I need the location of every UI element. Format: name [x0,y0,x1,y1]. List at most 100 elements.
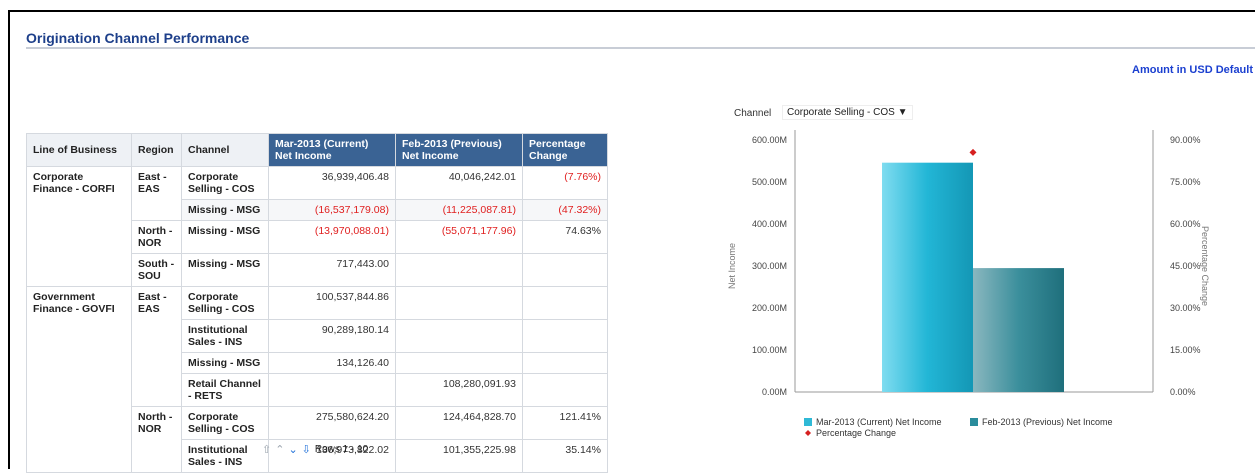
y-tick-label: 300.00M [752,261,787,271]
col-header-previous-net-income[interactable]: Feb-2013 (Previous) Net Income [395,133,523,167]
legend-label-previous: Feb-2013 (Previous) Net Income [982,417,1113,427]
col-header-previous-period: Feb-2013 (Previous) [402,138,502,150]
y-tick-label: 0.00M [762,387,787,397]
page-title: Origination Channel Performance [26,30,250,46]
title-divider [26,47,1255,49]
cell-current-net-income: (13,970,088.01) [268,220,396,254]
y2-axis-title: Percentage Change [1200,226,1210,306]
bar-current-net-income [882,162,973,392]
percentage-change-marker [969,148,977,156]
first-page-icon[interactable]: ⇧ [262,443,271,456]
legend-swatch-percentage [805,430,811,436]
cell-percentage-change: 74.63% [522,220,608,254]
cell-region: East - EAS [131,166,182,221]
cell-region: North - NOR [131,220,182,254]
y-tick-label: 600.00M [752,135,787,145]
cell-percentage-change [522,253,608,287]
amount-note: Amount in USD Default [1132,64,1253,76]
col-header-line-of-business[interactable]: Line of Business [26,133,132,167]
all-rows-icon[interactable]: ⇩ [302,443,311,456]
cell-channel: Corporate Selling - COS [181,166,269,200]
col-header-channel[interactable]: Channel [181,133,269,167]
cell-percentage-change: 35.14% [522,439,608,473]
col-header-change: Change [529,150,568,162]
cell-previous-net-income: 124,464,828.70 [395,406,523,440]
channel-filter-label: Channel [734,108,772,119]
y-tick-label: 200.00M [752,303,787,313]
cell-current-net-income: 275,580,624.20 [268,406,396,440]
legend-swatch-previous [970,418,978,426]
cell-percentage-change: (47.32%) [522,199,608,221]
table-row: Corporate Finance - CORFI East - EAS Cor… [26,166,608,287]
cell-percentage-change [522,373,608,407]
table-row: Government Finance - GOVFI East - EAS Co… [26,286,608,473]
cell-channel: Missing - MSG [181,220,269,254]
cell-current-net-income: 100,537,844.86 [268,286,396,320]
cell-channel: Missing - MSG [181,199,269,221]
dropdown-arrow-icon: ▼ [897,107,908,118]
cell-current-net-income: 36,939,406.48 [268,166,396,200]
legend-label-current: Mar-2013 (Current) Net Income [816,417,942,427]
col-header-current-net-income[interactable]: Mar-2013 (Current) Net Income [268,133,396,167]
cell-previous-net-income [395,253,523,287]
cell-region: East - EAS [131,286,182,407]
cell-current-net-income [268,373,396,407]
channel-filter-value: Corporate Selling - COS [787,107,895,118]
previous-page-icon[interactable]: ⌃ [275,443,284,456]
y2-tick-label: 15.00% [1170,345,1201,355]
y2-tick-label: 60.00% [1170,219,1201,229]
cell-percentage-change [522,286,608,320]
cell-previous-net-income: 101,355,225.98 [395,439,523,473]
cell-region: South - SOU [131,253,182,287]
legend-label-percentage: Percentage Change [816,428,896,438]
col-header-region[interactable]: Region [131,133,182,167]
next-page-icon[interactable]: ⌄ [288,443,297,456]
col-header-previous-measure: Net Income [402,150,459,162]
cell-line-of-business: Corporate Finance - CORFI [26,166,132,287]
cell-previous-net-income: 108,280,091.93 [395,373,523,407]
cell-channel: Institutional Sales - INS [181,319,269,353]
performance-table: Line of Business Region Channel Mar-2013… [26,133,608,473]
rows-range-label: Rows 1 - 10 [314,444,369,455]
col-header-percentage-change[interactable]: Percentage Change [522,133,608,167]
net-income-chart: 0.00M 100.00M 200.00M 300.00M 400.00M 500.00M… [727,130,1210,438]
cell-previous-net-income [395,286,523,320]
cell-previous-net-income [395,352,523,374]
y2-tick-label: 45.00% [1170,261,1201,271]
cell-previous-net-income: (11,225,087.81) [395,199,523,221]
y-tick-label: 100.00M [752,345,787,355]
cell-region: North - NOR [131,406,182,473]
channel-filter-select[interactable]: Corporate Selling - COS ▼ [782,105,913,120]
table-header-row: Line of Business Region Channel Mar-2013… [26,133,608,167]
cell-current-net-income: 717,443.00 [268,253,396,287]
cell-current-net-income: 90,289,180.14 [268,319,396,353]
chart-panel: Channel Corporate Selling - COS ▼ 0.00M 1… [720,100,1255,460]
cell-channel: Retail Channel - RETS [181,373,269,407]
cell-line-of-business: Government Finance - GOVFI [26,286,132,473]
y2-tick-label: 75.00% [1170,177,1201,187]
y-tick-label: 500.00M [752,177,787,187]
y2-tick-label: 30.00% [1170,303,1201,313]
cell-current-net-income: 134,126.40 [268,352,396,374]
bar-previous-net-income [973,268,1064,392]
y-axis-title: Net Income [727,243,737,289]
col-header-percentage: Percentage [529,138,586,150]
y2-tick-label: 0.00% [1170,387,1196,397]
legend-swatch-current [804,418,812,426]
cell-channel: Corporate Selling - COS [181,406,269,440]
cell-channel: Corporate Selling - COS [181,286,269,320]
cell-previous-net-income [395,319,523,353]
cell-previous-net-income: 40,046,242.01 [395,166,523,200]
cell-channel: Missing - MSG [181,352,269,374]
cell-percentage-change [522,319,608,353]
col-header-current-period: Mar-2013 (Current) [275,138,369,150]
y2-tick-label: 90.00% [1170,135,1201,145]
cell-channel: Institutional Sales - INS [181,439,269,473]
cell-channel: Missing - MSG [181,253,269,287]
cell-percentage-change: (7.76%) [522,166,608,200]
col-header-current-measure: Net Income [275,150,332,162]
y-tick-label: 400.00M [752,219,787,229]
cell-percentage-change: 121.41% [522,406,608,440]
cell-current-net-income: (16,537,179.08) [268,199,396,221]
cell-previous-net-income: (55,071,177.96) [395,220,523,254]
